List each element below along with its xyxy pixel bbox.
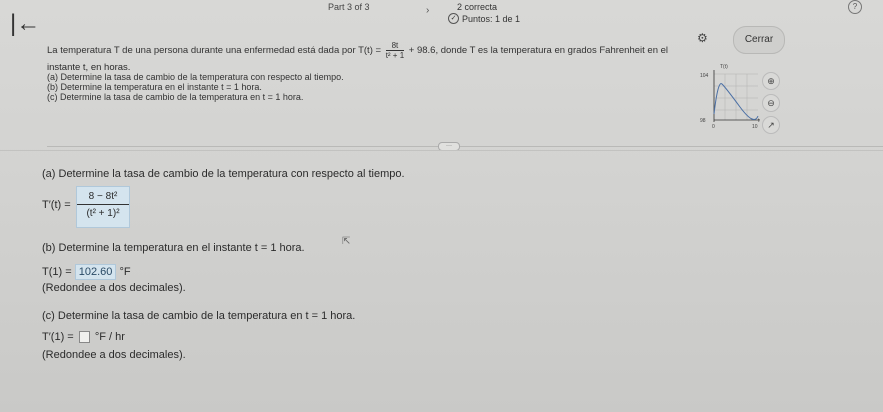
next-part-chevron-icon[interactable]: › (426, 5, 429, 16)
part-a-question: (a) Determine la tasa de cambio de la te… (42, 168, 405, 180)
graph-x-axis-label: t (758, 118, 760, 124)
temperature-graph[interactable]: T(t) 104 98 0 10 t (700, 62, 762, 140)
top-bar (0, 0, 883, 18)
close-button[interactable]: Cerrar (733, 26, 785, 54)
section-divider (47, 146, 883, 147)
part-c-lhs: T′(1) = (42, 331, 74, 343)
part-b-unit: °F (119, 266, 131, 278)
part-b-answer-row: T(1) = 102.60 °F (42, 264, 131, 280)
part-indicator: Part 3 of 3 (328, 2, 370, 12)
part-b-question: (b) Determine la temperatura en el insta… (42, 242, 305, 254)
points-text: Puntos: 1 de 1 (462, 13, 521, 24)
part-a-answer-box[interactable]: 8 − 8t² (t² + 1)² (76, 186, 130, 228)
problem-rest: + 98.6, donde T es la temperatura en gra… (408, 45, 669, 57)
graph-y-bottom: 98 (700, 118, 706, 124)
graph-x-right: 10 (752, 124, 758, 130)
part-b-note: (Redondee a dos decimales). (42, 282, 186, 294)
back-arrow-icon[interactable]: |← (10, 10, 40, 38)
points-indicator: ✓ Puntos: 1 de 1 (448, 13, 520, 24)
graph-y-top: 104 (700, 73, 709, 79)
part-c-question: (c) Determine la tasa de cambio de la te… (42, 310, 356, 322)
part-a-numerator: 8 − 8t² (77, 191, 129, 205)
task-a-summary: (a) Determine la tasa de cambio de la te… (47, 72, 344, 82)
part-a-denominator: (t² + 1)² (86, 208, 120, 219)
problem-statement: La temperatura T de una persona durante … (47, 41, 668, 60)
problem-intro: La temperatura T de una persona durante … (47, 45, 382, 57)
part-b-answer-field[interactable]: 102.60 (74, 264, 117, 280)
part-b-lhs: T(1) = (42, 266, 72, 278)
help-icon[interactable]: ? (848, 0, 862, 14)
part-c-answer-field[interactable] (78, 331, 90, 344)
zoom-out-icon[interactable]: ⊖ (762, 94, 780, 112)
part-c-unit: °F / hr (94, 331, 125, 343)
task-c-summary: (c) Determine la tasa de cambio de la te… (47, 92, 304, 102)
gear-icon[interactable]: ⚙ (697, 31, 708, 45)
problem-denominator: t² + 1 (385, 51, 405, 60)
task-b-summary: (b) Determine la temperatura en el insta… (47, 82, 262, 92)
graph-x-left: 0 (712, 124, 715, 130)
cursor-icon: ⇱ (342, 236, 351, 247)
graph-y-axis-label: T(t) (720, 64, 728, 70)
part-c-answer-row: T′(1) = °F / hr (42, 331, 125, 344)
correct-count: 2 correcta (457, 2, 498, 12)
external-link-icon[interactable]: ↗ (762, 116, 780, 134)
section-divider-2 (0, 150, 883, 151)
check-circle-icon: ✓ (448, 13, 459, 24)
part-a-lhs: T′(t) = (42, 199, 71, 211)
part-c-note: (Redondee a dos decimales). (42, 349, 186, 361)
zoom-in-icon[interactable]: ⊕ (762, 72, 780, 90)
graph-grid (714, 73, 758, 120)
problem-fraction: 8t t² + 1 (385, 41, 405, 60)
problem-numerator: 8t (385, 41, 405, 51)
